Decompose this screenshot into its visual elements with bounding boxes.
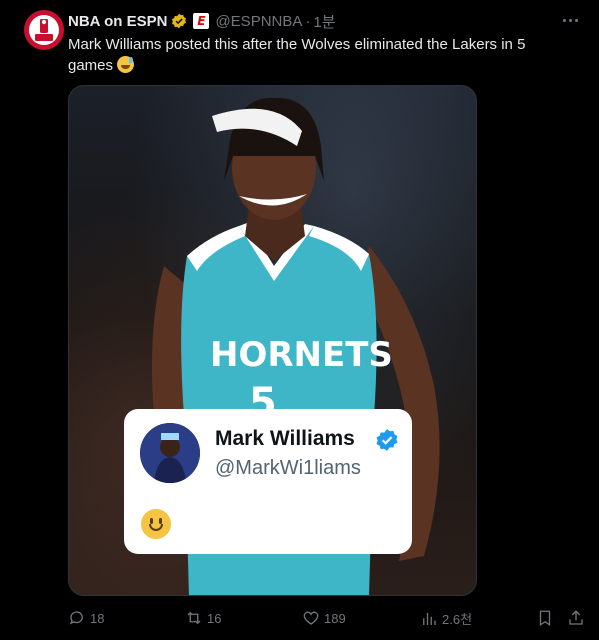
bookmark-button[interactable] xyxy=(536,609,554,627)
views-button[interactable]: 2.6천 xyxy=(420,609,472,628)
jersey-text: HORNETS xyxy=(210,335,393,375)
nba-logo-icon xyxy=(35,19,53,41)
like-count: 189 xyxy=(324,610,346,626)
action-bar: 18 16 189 2.6천 xyxy=(0,609,599,629)
header-separator: · xyxy=(305,12,311,30)
tweet-header: NBA on ESPN E @ESPNNBA · 1분 xyxy=(68,11,336,31)
retweet-icon xyxy=(187,611,201,625)
nba-espn-logo xyxy=(29,15,59,45)
sweat-smile-emoji-icon xyxy=(117,56,135,73)
verified-org-badge-icon[interactable] xyxy=(171,13,187,29)
affiliate-badge-letter: E xyxy=(197,14,206,28)
reply-button[interactable]: 18 xyxy=(68,609,104,627)
post-time[interactable]: 1분 xyxy=(313,11,335,32)
slightly-smiling-face-icon xyxy=(141,509,171,539)
verified-badge-icon xyxy=(376,429,398,451)
heart-icon xyxy=(303,611,319,625)
author-handle[interactable]: @ESPNNBA xyxy=(215,13,302,30)
share-button[interactable] xyxy=(567,609,585,627)
tweet-media[interactable]: HORNETS 5 Mark Williams @MarkWi1liams xyxy=(68,85,477,596)
embedded-author-name: Mark Williams xyxy=(215,427,355,450)
embedded-avatar xyxy=(140,423,200,483)
embedded-post-card: Mark Williams @MarkWi1liams xyxy=(124,409,412,554)
like-button[interactable]: 189 xyxy=(302,609,346,627)
author-avatar[interactable] xyxy=(24,10,64,50)
reply-count: 18 xyxy=(90,610,105,626)
tweet-text: Mark Williams posted this after the Wolv… xyxy=(68,34,568,76)
affiliate-badge-icon[interactable]: E xyxy=(193,13,210,29)
embedded-author-handle: @MarkWi1liams xyxy=(215,457,361,479)
bookmark-icon xyxy=(539,610,551,627)
more-options-icon[interactable] xyxy=(559,10,581,30)
analytics-icon xyxy=(423,612,436,625)
reply-icon xyxy=(69,611,83,625)
tweet-text-body: Mark Williams posted this after the Wolv… xyxy=(68,36,526,74)
author-name[interactable]: NBA on ESPN xyxy=(68,13,167,30)
retweet-count: 16 xyxy=(207,610,222,626)
views-count: 2.6천 xyxy=(442,612,473,627)
retweet-button[interactable]: 16 xyxy=(185,609,221,627)
share-icon xyxy=(569,610,583,625)
